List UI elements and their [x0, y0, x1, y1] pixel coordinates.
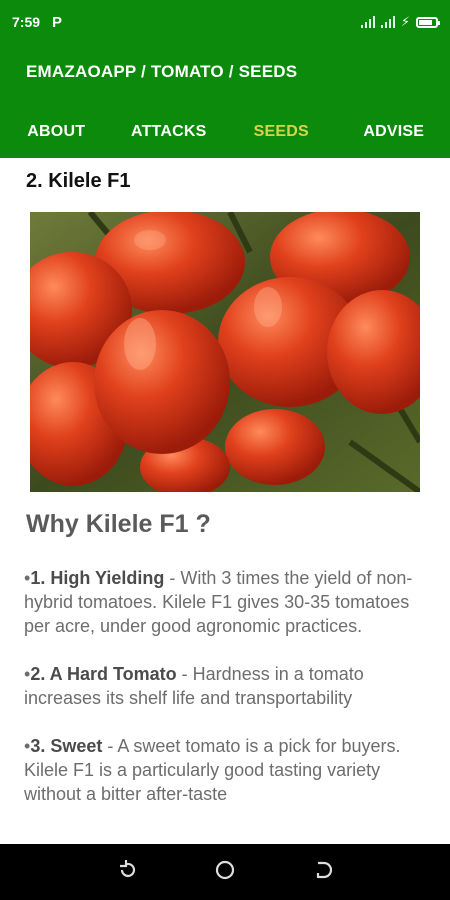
back-icon[interactable] [310, 858, 334, 887]
status-time: 7:59 [12, 14, 41, 30]
charging-icon: ⚡ [400, 14, 410, 29]
battery-icon [416, 16, 440, 28]
tab-seeds[interactable]: SEEDS [225, 106, 338, 158]
tomato-image [30, 212, 420, 492]
system-nav-bar [0, 844, 450, 900]
recent-apps-icon[interactable] [116, 858, 140, 887]
carrier-icon: P [52, 13, 63, 31]
app-bar: EMAZAOAPP / TOMATO / SEEDS ABOUT ATTACKS… [0, 44, 450, 158]
benefit-title: 1. High Yielding [30, 568, 165, 588]
signal-icon [380, 16, 395, 28]
list-item: •3. Sweet - A sweet tomato is a pick for… [24, 734, 424, 806]
benefit-title: 2. A Hard Tomato [30, 664, 177, 684]
tab-about[interactable]: ABOUT [0, 106, 113, 158]
benefit-list: •1. High Yielding - With 3 times the yie… [24, 566, 424, 830]
tab-advise[interactable]: ADVISE [338, 106, 450, 158]
seed-heading: 2. Kilele F1 [26, 170, 131, 192]
home-icon[interactable] [213, 858, 237, 887]
list-item: •1. High Yielding - With 3 times the yie… [24, 566, 424, 638]
list-item: •2. A Hard Tomato - Hardness in a tomato… [24, 662, 424, 710]
benefit-title: 3. Sweet [30, 736, 103, 756]
why-heading: Why Kilele F1 ? [26, 510, 211, 538]
status-bar: 7:59 P ⚡ [0, 0, 450, 44]
tab-attacks[interactable]: ATTACKS [113, 106, 226, 158]
content-area[interactable]: 2. Kilele F1 Why Kilele F1 ? •1. High Yi… [0, 158, 450, 844]
app-title: EMAZAOAPP / TOMATO / SEEDS [26, 62, 298, 81]
signal-icon [360, 16, 375, 28]
tab-bar: ABOUT ATTACKS SEEDS ADVISE [0, 106, 450, 158]
